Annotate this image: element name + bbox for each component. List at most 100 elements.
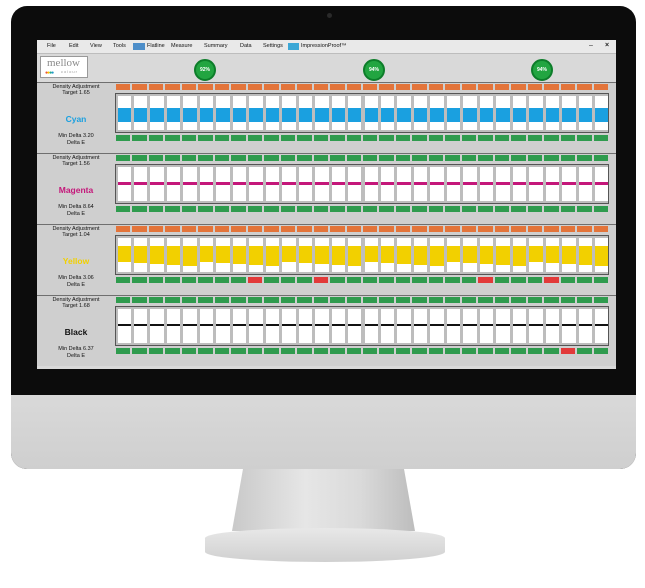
density-chip[interactable] [544, 84, 559, 90]
delta-e-chip[interactable] [264, 348, 279, 354]
delta-e-chip[interactable] [116, 348, 131, 354]
density-chip[interactable] [560, 226, 576, 232]
density-chip[interactable] [494, 297, 510, 303]
delta-e-chip[interactable] [198, 206, 213, 212]
ink-zone[interactable] [446, 238, 461, 272]
density-chip[interactable] [379, 84, 394, 90]
density-chip[interactable] [395, 226, 411, 232]
density-chip[interactable] [428, 84, 444, 90]
density-chip[interactable] [231, 226, 246, 232]
ink-zone[interactable] [331, 167, 346, 201]
ink-zone[interactable] [430, 167, 444, 201]
density-chip[interactable] [313, 226, 329, 232]
density-chip[interactable] [297, 155, 312, 161]
delta-e-chip[interactable] [247, 135, 263, 141]
ink-zone[interactable] [216, 238, 230, 272]
delta-e-chip[interactable] [445, 135, 460, 141]
density-chip[interactable] [363, 297, 378, 303]
ink-zone[interactable] [232, 96, 247, 130]
density-chip[interactable] [214, 155, 230, 161]
delta-e-chip[interactable] [214, 277, 230, 283]
ink-zone[interactable] [348, 167, 362, 201]
ink-zone[interactable] [380, 238, 395, 272]
delta-e-chip[interactable] [247, 277, 263, 283]
density-chip[interactable] [560, 84, 576, 90]
delta-e-chip[interactable] [577, 277, 592, 283]
delta-e-chip[interactable] [330, 206, 345, 212]
delta-e-chip[interactable] [478, 135, 493, 141]
ink-zone[interactable] [133, 167, 148, 201]
density-chip[interactable] [165, 226, 180, 232]
density-chip[interactable] [379, 226, 394, 232]
delta-e-chip[interactable] [297, 206, 312, 212]
delta-e-chip[interactable] [198, 348, 213, 354]
ink-zone[interactable] [430, 309, 444, 343]
ink-zone[interactable] [496, 309, 510, 343]
ink-zone[interactable] [545, 96, 560, 130]
delta-e-chip[interactable] [593, 348, 608, 354]
ink-zone[interactable] [463, 96, 477, 130]
ink-zone[interactable] [380, 309, 395, 343]
delta-e-chip[interactable] [231, 206, 246, 212]
density-chip[interactable] [165, 297, 180, 303]
ink-zone[interactable] [512, 96, 527, 130]
density-chip[interactable] [395, 84, 411, 90]
density-chip[interactable] [148, 297, 164, 303]
delta-e-chip[interactable] [478, 348, 493, 354]
density-chip[interactable] [264, 155, 279, 161]
ink-zone[interactable] [545, 167, 560, 201]
delta-e-chip[interactable] [395, 135, 411, 141]
delta-e-chip[interactable] [560, 277, 576, 283]
ink-zone[interactable] [183, 309, 197, 343]
density-chip[interactable] [231, 84, 246, 90]
density-chip[interactable] [363, 226, 378, 232]
density-chip[interactable] [527, 226, 543, 232]
ink-zone[interactable] [199, 167, 214, 201]
delta-e-chip[interactable] [363, 348, 378, 354]
ink-zone[interactable] [150, 238, 164, 272]
density-chip[interactable] [116, 84, 131, 90]
ink-zone[interactable] [315, 238, 329, 272]
delta-e-chip[interactable] [148, 277, 164, 283]
density-chip[interactable] [181, 155, 197, 161]
ink-zone[interactable] [282, 309, 296, 343]
ink-zone[interactable] [595, 238, 609, 272]
delta-e-chip[interactable] [527, 206, 543, 212]
delta-e-chip[interactable] [445, 277, 460, 283]
density-chip[interactable] [593, 84, 608, 90]
delta-e-chip[interactable] [231, 135, 246, 141]
ink-zone[interactable] [380, 96, 395, 130]
ink-zone[interactable] [298, 96, 313, 130]
delta-e-chip[interactable] [313, 135, 329, 141]
density-chip[interactable] [412, 297, 427, 303]
delta-e-chip[interactable] [412, 277, 427, 283]
close-button[interactable]: × [605, 42, 609, 49]
density-chip[interactable] [346, 297, 361, 303]
density-chip[interactable] [148, 84, 164, 90]
density-chip[interactable] [363, 84, 378, 90]
density-chip[interactable] [428, 155, 444, 161]
density-chip[interactable] [527, 155, 543, 161]
ink-zone[interactable] [529, 309, 543, 343]
delta-e-chip[interactable] [116, 206, 131, 212]
ink-zone[interactable] [232, 238, 247, 272]
delta-e-chip[interactable] [395, 348, 411, 354]
delta-e-chip[interactable] [428, 206, 444, 212]
density-chip[interactable] [428, 297, 444, 303]
ink-zone[interactable] [364, 309, 378, 343]
delta-e-chip[interactable] [494, 348, 510, 354]
ink-zone[interactable] [413, 238, 428, 272]
ink-zone[interactable] [413, 167, 428, 201]
ink-zone[interactable] [216, 309, 230, 343]
density-chip[interactable] [511, 226, 526, 232]
ink-zone[interactable] [117, 96, 131, 130]
minimize-button[interactable]: – [589, 42, 593, 49]
density-chip[interactable] [461, 226, 477, 232]
delta-e-chip[interactable] [132, 277, 147, 283]
density-chip[interactable] [297, 84, 312, 90]
density-chip[interactable] [264, 297, 279, 303]
delta-e-chip[interactable] [313, 206, 329, 212]
ink-zone[interactable] [364, 167, 378, 201]
ink-zone[interactable] [479, 238, 494, 272]
density-chip[interactable] [247, 226, 263, 232]
